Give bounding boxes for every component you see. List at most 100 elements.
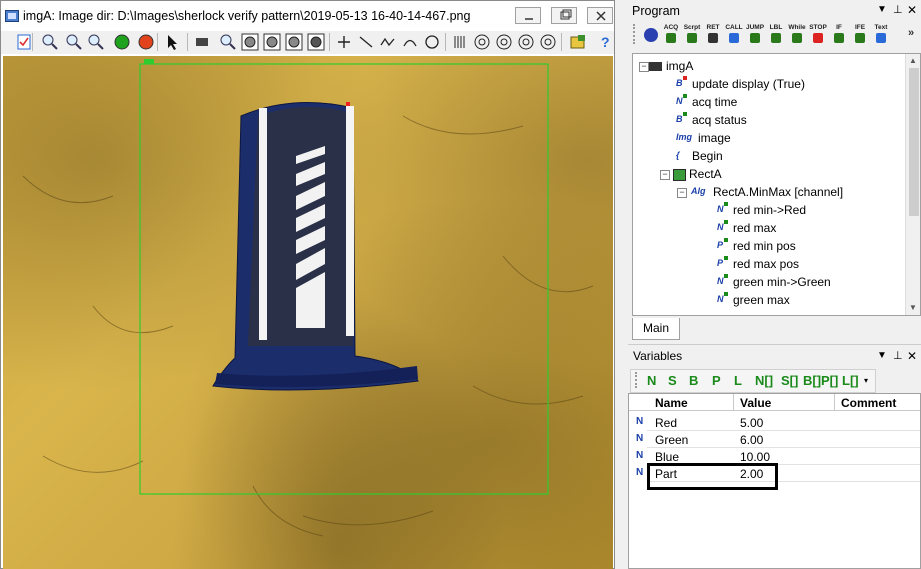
variable-name[interactable]: Blue bbox=[655, 450, 679, 464]
zoom-out-icon[interactable] bbox=[41, 33, 59, 51]
bullseye-icon[interactable] bbox=[539, 33, 557, 51]
tree-node[interactable]: Pred max pos bbox=[633, 256, 903, 273]
variable-value[interactable]: 6.00 bbox=[740, 433, 763, 447]
rectangle-icon[interactable] bbox=[193, 33, 211, 51]
add-var-l-array-button[interactable]: L[] bbox=[842, 373, 859, 388]
image-window-titlebar[interactable]: imgA: Image dir: D:\Images\sherlock veri… bbox=[1, 1, 614, 31]
add-var-s-button[interactable]: S bbox=[668, 373, 677, 388]
variables-dropdown-icon[interactable]: ▼ bbox=[877, 350, 887, 361]
arc-line-icon[interactable] bbox=[401, 33, 419, 51]
variables-pin-icon[interactable]: ⊥ bbox=[893, 349, 903, 362]
variable-name[interactable]: Green bbox=[655, 433, 688, 447]
tree-node[interactable]: − imgA bbox=[633, 58, 903, 75]
checklist-icon[interactable] bbox=[15, 33, 33, 51]
program-tool-scrpt[interactable]: Scrpt bbox=[682, 24, 702, 46]
mask-roi-icon[interactable] bbox=[307, 33, 325, 51]
tab-main[interactable]: Main bbox=[632, 318, 680, 340]
add-var-l-button[interactable]: L bbox=[734, 373, 742, 388]
polygon-roi-icon[interactable] bbox=[285, 33, 303, 51]
stop-red-icon[interactable] bbox=[137, 33, 155, 51]
tree-node[interactable]: − Alg RectA.MinMax [channel] bbox=[633, 184, 903, 201]
tree-node[interactable]: Ngreen min->Green bbox=[633, 274, 903, 291]
program-run-icon[interactable] bbox=[644, 28, 658, 42]
add-var-b-button[interactable]: B bbox=[689, 373, 698, 388]
cross-icon[interactable] bbox=[335, 33, 353, 51]
variable-value[interactable]: 10.00 bbox=[740, 450, 770, 464]
tree-node[interactable]: − RectA bbox=[633, 166, 903, 183]
grid-col-divider bbox=[733, 394, 734, 410]
add-var-n-array-button[interactable]: N[] bbox=[755, 373, 773, 388]
program-tool-stop[interactable]: STOP bbox=[808, 24, 828, 46]
run-green-icon[interactable] bbox=[113, 33, 131, 51]
tree-node[interactable]: Img image bbox=[633, 130, 903, 147]
collapse-icon[interactable]: − bbox=[660, 170, 670, 180]
rainbow-icon[interactable] bbox=[517, 33, 535, 51]
tree-node-label: red min->Red bbox=[733, 203, 807, 217]
restore-button[interactable] bbox=[551, 7, 577, 24]
program-tool-if[interactable]: IF bbox=[829, 24, 849, 46]
tree-node[interactable]: Bacq status bbox=[633, 112, 903, 129]
toolbar-overflow-icon[interactable]: » bbox=[908, 27, 914, 39]
tree-scrollbar[interactable]: ▲ ▼ bbox=[905, 54, 920, 315]
add-var-p-button[interactable]: P bbox=[712, 373, 721, 388]
program-tree[interactable]: − imgA Bupdate display (True) Nacq time Bacq… bbox=[632, 53, 921, 316]
column-header-name[interactable]: Name bbox=[655, 396, 688, 410]
collapse-icon[interactable]: − bbox=[677, 188, 687, 198]
scroll-down-icon[interactable]: ▼ bbox=[909, 303, 917, 312]
scroll-thumb[interactable] bbox=[909, 68, 919, 216]
add-var-b-array-button[interactable]: B[] bbox=[803, 373, 821, 388]
zoom-in-icon[interactable] bbox=[65, 33, 83, 51]
program-tool-jump[interactable]: JUMP bbox=[745, 24, 765, 46]
spoke-icon[interactable] bbox=[473, 33, 491, 51]
variable-value[interactable]: 5.00 bbox=[740, 416, 763, 430]
minimize-button[interactable] bbox=[515, 7, 541, 24]
add-var-p-array-button[interactable]: P[] bbox=[821, 373, 838, 388]
tree-node[interactable]: Nred min->Red bbox=[633, 202, 903, 219]
program-tool-lbl[interactable]: LBL bbox=[766, 24, 786, 46]
tree-node[interactable]: Nred max bbox=[633, 220, 903, 237]
collapse-icon[interactable]: − bbox=[639, 62, 649, 72]
variables-close-icon[interactable]: ✕ bbox=[907, 349, 917, 363]
polyline-icon[interactable] bbox=[379, 33, 397, 51]
pane-close-icon[interactable]: ✕ bbox=[907, 3, 917, 17]
program-tool-while[interactable]: While bbox=[787, 24, 807, 46]
tree-node[interactable]: {Begin bbox=[633, 148, 903, 165]
column-header-value[interactable]: Value bbox=[740, 396, 771, 410]
tree-node[interactable]: Nacq time bbox=[633, 94, 903, 111]
pane-dropdown-icon[interactable]: ▼ bbox=[877, 4, 887, 15]
transfer-icon[interactable] bbox=[569, 33, 587, 51]
variables-grid[interactable]: Name Value Comment N Red 5.00 N Green 6.00 N Bl… bbox=[628, 393, 921, 569]
add-var-n-button[interactable]: N bbox=[647, 373, 656, 388]
tree-node[interactable]: Bupdate display (True) bbox=[633, 76, 903, 93]
program-tool-call[interactable]: CALL bbox=[724, 24, 744, 46]
circle-icon[interactable] bbox=[423, 33, 441, 51]
program-tool-ret[interactable]: RET bbox=[703, 24, 723, 46]
program-tool-label: LBL bbox=[769, 24, 783, 31]
variable-row[interactable]: N Green 6.00 bbox=[629, 431, 920, 448]
rect-roi-icon[interactable] bbox=[241, 33, 259, 51]
line-icon[interactable] bbox=[357, 33, 375, 51]
help-icon[interactable]: ? bbox=[597, 33, 615, 51]
column-header-comment[interactable]: Comment bbox=[841, 396, 896, 410]
tree-node[interactable]: Pred min pos bbox=[633, 238, 903, 255]
pointer-icon[interactable] bbox=[163, 33, 181, 51]
circle-roi-icon[interactable] bbox=[263, 33, 281, 51]
toolbar-overflow-icon[interactable]: ▾ bbox=[864, 376, 868, 385]
pin-icon[interactable]: ⊥ bbox=[893, 3, 903, 16]
close-button[interactable] bbox=[587, 7, 613, 24]
scroll-up-icon[interactable]: ▲ bbox=[909, 56, 917, 65]
program-tool-acq[interactable]: ACQ bbox=[661, 24, 681, 46]
rake-icon[interactable] bbox=[451, 33, 469, 51]
variable-type: N bbox=[636, 416, 644, 427]
arc-icon[interactable] bbox=[219, 33, 237, 51]
starburst-icon[interactable] bbox=[495, 33, 513, 51]
add-var-s-array-button[interactable]: S[] bbox=[781, 373, 798, 388]
variable-name[interactable]: Red bbox=[655, 416, 677, 430]
image-canvas[interactable] bbox=[3, 56, 613, 569]
program-tool-text[interactable]: Text bbox=[871, 24, 891, 46]
image-window-title: imgA: Image dir: D:\Images\sherlock veri… bbox=[23, 9, 471, 23]
program-tool-ife[interactable]: IFE bbox=[850, 24, 870, 46]
zoom-fit-icon[interactable] bbox=[87, 33, 105, 51]
variable-row[interactable]: N Red 5.00 bbox=[629, 414, 920, 431]
tree-node[interactable]: Ngreen max bbox=[633, 292, 903, 309]
